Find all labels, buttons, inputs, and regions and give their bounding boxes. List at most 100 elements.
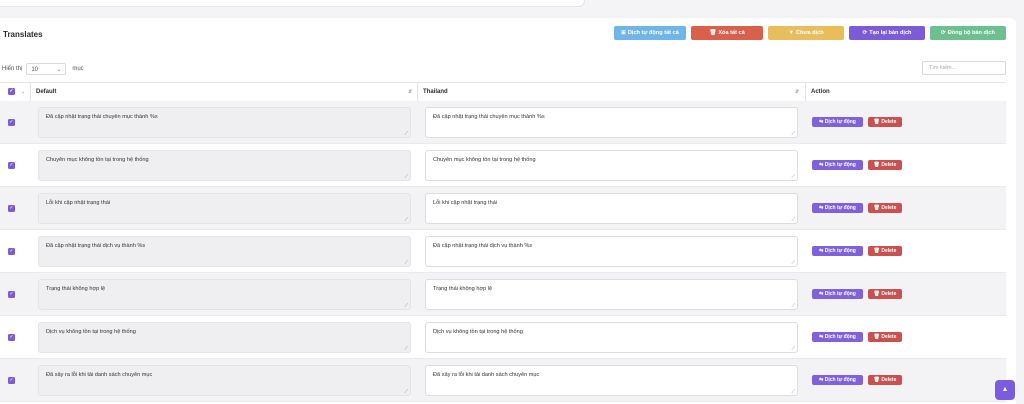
table-row: ✓ Đã xảy ra lỗi khi tải danh sách chuyên …	[0, 359, 1006, 402]
delete-button[interactable]: 🗑 Delete	[868, 375, 902, 385]
action-button-label: Đồng bộ bản dịch	[947, 30, 995, 36]
trash-icon: 🗑	[709, 30, 717, 36]
resize-handle-icon[interactable]: ⟋	[791, 131, 795, 137]
default-text-field[interactable]: Đã cập nhật trạng thái dịch vụ thành %s ⟋	[38, 236, 411, 267]
default-text-field[interactable]: Đã xảy ra lỗi khi tải danh sách chuyên m…	[38, 365, 411, 396]
translates-card: Translates ⊞ Dịch tự động tất cả 🗑 Xóa tất …	[0, 18, 1016, 404]
auto-translate-button[interactable]: ⇆ Dịch tự động	[812, 160, 863, 170]
auto-translate-label: Dịch tự động	[824, 205, 856, 211]
row-checkbox[interactable]: ✓	[8, 291, 15, 298]
default-text: Đã cập nhật trạng thái chuyên mục thành …	[46, 114, 158, 120]
thailand-text-field[interactable]: Trạng thái không hợp lệ ⟋	[425, 279, 798, 310]
sort-icon[interactable]: ⇵	[408, 83, 412, 101]
row-checkbox[interactable]: ✓	[8, 334, 15, 341]
default-text: Lỗi khi cập nhật trạng thái	[46, 200, 111, 206]
delete-label: Delete	[881, 162, 897, 168]
arrow-up-icon: ▲	[1001, 386, 1009, 393]
chevron-down-icon: ⌄	[56, 67, 62, 73]
thailand-text: Đã cập nhật trạng thái dịch vụ thành %s	[433, 243, 533, 249]
thailand-text-field[interactable]: Dịch vụ không tồn tại trong hệ thống ⟋	[425, 322, 798, 353]
table-row: ✓ Đã cập nhật trạng thái chuyên mục thành…	[0, 101, 1006, 144]
delete-button[interactable]: 🗑 Delete	[868, 246, 902, 256]
default-text-field[interactable]: Lỗi khi cập nhật trạng thái ⟋	[38, 193, 411, 224]
thailand-text-field[interactable]: Đã cập nhật trạng thái chuyên mục thành …	[425, 107, 798, 138]
column-default[interactable]: Default	[36, 83, 56, 101]
row-checkbox[interactable]: ✓	[8, 377, 15, 384]
delete-button[interactable]: 🗑 Delete	[868, 160, 902, 170]
delete-button[interactable]: 🗑 Delete	[868, 117, 902, 127]
delete-button[interactable]: 🗑 Delete	[868, 332, 902, 342]
row-checkbox[interactable]: ✓	[8, 162, 15, 169]
select-all-checkbox[interactable]: ✓	[8, 88, 15, 95]
auto-translate-button[interactable]: ⇆ Dịch tự động	[812, 375, 863, 385]
entries-label: mục	[72, 66, 84, 72]
action-button-4[interactable]: ⟳ Đồng bộ bản dịch	[930, 26, 1006, 40]
resize-handle-icon[interactable]: ⟋	[791, 174, 795, 180]
resize-handle-icon[interactable]: ⟋	[404, 217, 408, 223]
resize-handle-icon[interactable]: ⟋	[791, 303, 795, 309]
table-row: ✓ Dịch vụ không tồn tại trong hệ thống ⟋ Dị…	[0, 316, 1006, 359]
column-thailand[interactable]: Thailand	[423, 83, 448, 101]
sort-icon[interactable]: ⌄	[21, 83, 25, 101]
resize-handle-icon[interactable]: ⟋	[791, 389, 795, 395]
table-row: ✓ Chuyên mục không tồn tại trong hệ thống…	[0, 144, 1006, 187]
column-action: Action	[811, 89, 830, 95]
default-text: Đã cập nhật trạng thái dịch vụ thành %s	[46, 243, 146, 249]
thailand-text-field[interactable]: Đã xảy ra lỗi khi tải danh sách chuyên m…	[425, 365, 798, 396]
auto-translate-button[interactable]: ⇆ Dịch tự động	[812, 246, 863, 256]
action-button-label: Tạo lại bản dịch	[869, 30, 912, 36]
thailand-text-field[interactable]: Lỗi khi cập nhật trạng thái ⟋	[425, 193, 798, 224]
delete-button[interactable]: 🗑 Delete	[868, 289, 902, 299]
resize-handle-icon[interactable]: ⟋	[404, 260, 408, 266]
action-button-0[interactable]: ⊞ Dịch tự động tất cả	[614, 26, 686, 40]
resize-handle-icon[interactable]: ⟋	[791, 346, 795, 352]
auto-translate-button[interactable]: ⇆ Dịch tự động	[812, 289, 863, 299]
delete-label: Delete	[881, 291, 897, 297]
card-title: Translates	[3, 30, 43, 39]
thailand-text: Chuyên mục không tồn tại trong hệ thống	[433, 157, 536, 163]
table-header: ✓ ⌄ Default ⇵ Thailand ⇵ Action	[0, 82, 1006, 102]
page-size-select[interactable]: 10 ⌄	[26, 63, 67, 75]
page-size-control: Hiển thị 10 ⌄ mục	[2, 63, 84, 75]
resize-handle-icon[interactable]: ⟋	[404, 174, 408, 180]
action-button-2[interactable]: ▼ Chưa dịch	[768, 26, 844, 40]
auto-translate-button[interactable]: ⇆ Dịch tự động	[812, 117, 863, 127]
delete-label: Delete	[881, 248, 897, 254]
delete-label: Delete	[881, 205, 897, 211]
default-text-field[interactable]: Dịch vụ không tồn tại trong hệ thống ⟋	[38, 322, 411, 353]
default-text: Đã xảy ra lỗi khi tải danh sách chuyên m…	[46, 372, 153, 378]
row-checkbox[interactable]: ✓	[8, 119, 15, 126]
row-checkbox[interactable]: ✓	[8, 205, 15, 212]
translate-icon: ⊞	[621, 30, 626, 36]
resize-handle-icon[interactable]: ⟋	[404, 389, 408, 395]
search-input[interactable]: Tìm kiếm...	[922, 61, 1006, 75]
default-text-field[interactable]: Đã cập nhật trạng thái chuyên mục thành …	[38, 107, 411, 138]
default-text: Chuyên mục không tồn tại trong hệ thống	[46, 157, 149, 163]
auto-translate-label: Dịch tự động	[824, 248, 856, 254]
resize-handle-icon[interactable]: ⟋	[791, 260, 795, 266]
auto-translate-label: Dịch tự động	[824, 162, 856, 168]
auto-translate-button[interactable]: ⇆ Dịch tự động	[812, 203, 863, 213]
thailand-text-field[interactable]: Chuyên mục không tồn tại trong hệ thống ⟋	[425, 150, 798, 181]
column-divider	[805, 83, 806, 101]
thailand-text: Trạng thái không hợp lệ	[433, 286, 493, 292]
row-checkbox[interactable]: ✓	[8, 248, 15, 255]
resize-handle-icon[interactable]: ⟋	[404, 131, 408, 137]
thailand-text-field[interactable]: Đã cập nhật trạng thái dịch vụ thành %s ⟋	[425, 236, 798, 267]
default-text-field[interactable]: Trạng thái không hợp lệ ⟋	[38, 279, 411, 310]
action-button-1[interactable]: 🗑 Xóa tất cả	[691, 26, 763, 40]
delete-button[interactable]: 🗑 Delete	[868, 203, 902, 213]
action-button-label: Xóa tất cả	[718, 30, 745, 36]
auto-translate-button[interactable]: ⇆ Dịch tự động	[812, 332, 863, 342]
resize-handle-icon[interactable]: ⟋	[404, 346, 408, 352]
delete-label: Delete	[881, 377, 897, 383]
delete-label: Delete	[881, 119, 897, 125]
resize-handle-icon[interactable]: ⟋	[791, 217, 795, 223]
scroll-to-top-button[interactable]: ▲	[995, 380, 1015, 400]
resize-handle-icon[interactable]: ⟋	[404, 303, 408, 309]
action-button-3[interactable]: ⟳ Tạo lại bản dịch	[849, 26, 925, 40]
sort-icon[interactable]: ⇵	[795, 83, 799, 101]
column-divider	[30, 83, 31, 101]
default-text-field[interactable]: Chuyên mục không tồn tại trong hệ thống ⟋	[38, 150, 411, 181]
refresh-icon: ⟳	[862, 30, 868, 36]
